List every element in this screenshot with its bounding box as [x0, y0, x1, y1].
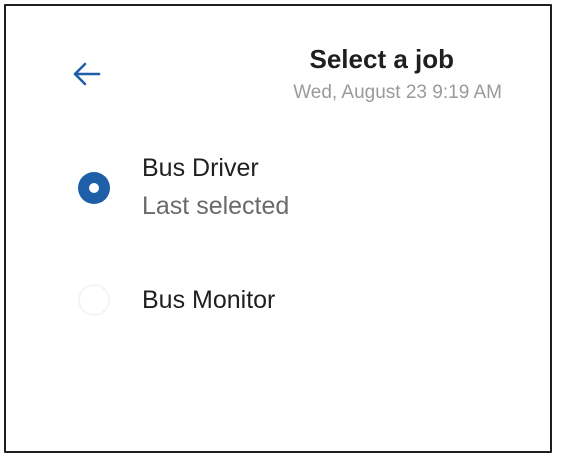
job-select-screen: Select a job Wed, August 23 9:19 AM Bus … — [4, 4, 552, 453]
radio-selected-icon[interactable] — [78, 172, 110, 204]
job-option-label: Bus Driver — [142, 154, 259, 182]
page-title: Select a job — [309, 44, 455, 74]
back-button[interactable] — [66, 56, 106, 92]
date-time: Wed, August 23 9:19 AM — [293, 82, 502, 103]
job-option-bus-driver[interactable]: Bus Driver Last selected — [66, 154, 516, 224]
radio-unselected-icon[interactable] — [78, 284, 110, 316]
job-option-label: Bus Monitor — [142, 286, 276, 314]
arrow-left-icon — [73, 62, 101, 86]
radio-dot — [89, 183, 99, 193]
job-option-sublabel: Last selected — [142, 192, 290, 220]
job-option-bus-monitor[interactable]: Bus Monitor — [66, 280, 516, 320]
